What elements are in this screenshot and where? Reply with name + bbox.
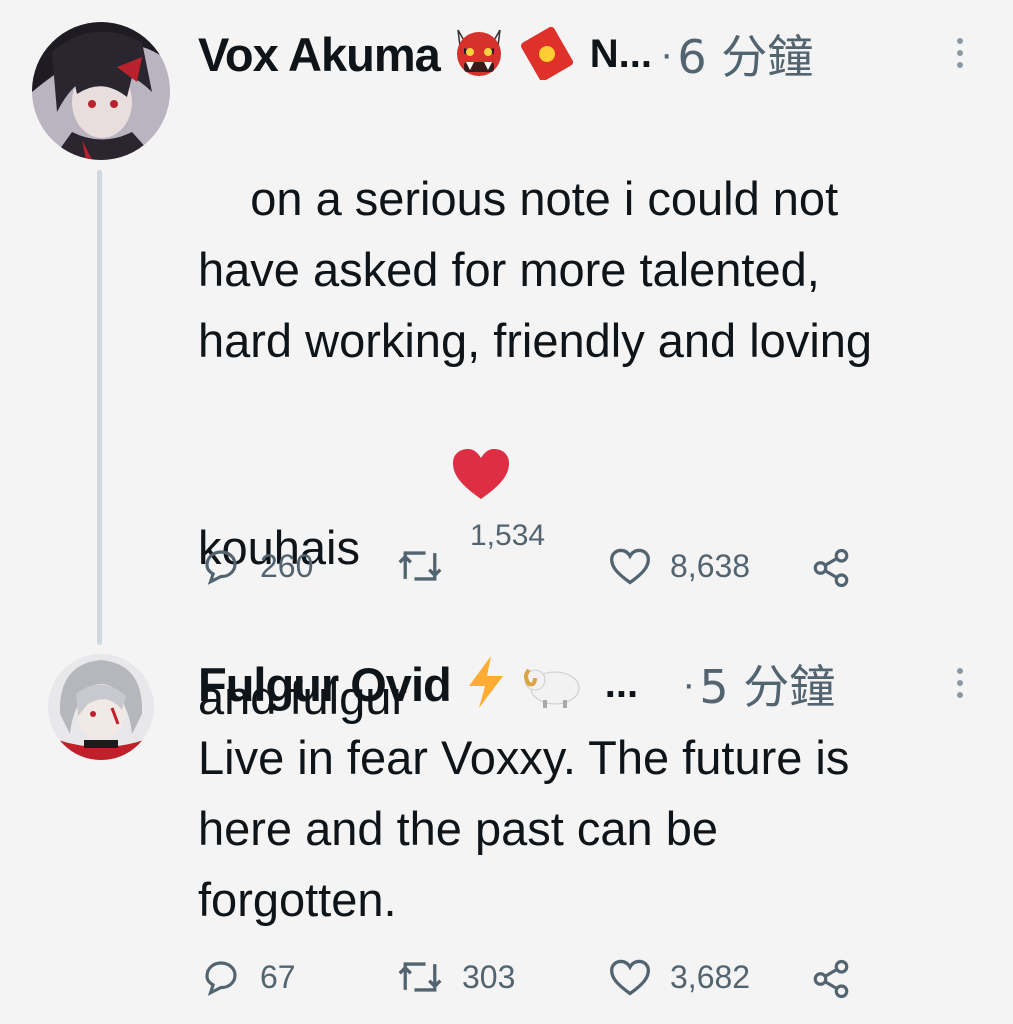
share-icon bbox=[813, 959, 849, 999]
avatar-vox-akuma[interactable] bbox=[32, 22, 170, 160]
name-truncated: ... bbox=[604, 661, 639, 706]
retweet-button[interactable] bbox=[396, 545, 444, 587]
like-button[interactable]: 8,638 bbox=[608, 545, 750, 587]
like-count: 3,682 bbox=[670, 958, 751, 995]
share-button[interactable] bbox=[810, 958, 852, 1000]
reply-icon bbox=[205, 550, 237, 585]
reply-count: 67 bbox=[260, 958, 296, 995]
tweet-vox-akuma[interactable]: Vox Akuma N... · 6 分鐘 on a serious note … bbox=[0, 0, 1013, 724]
tweet-actions: 67 303 3,682 bbox=[198, 956, 998, 1006]
name-truncated: N... bbox=[589, 31, 652, 76]
tweet-actions: 260 1,534 8,638 bbox=[198, 519, 998, 595]
separator-dot: · bbox=[659, 31, 674, 76]
more-options-icon[interactable] bbox=[955, 668, 965, 698]
reply-button[interactable]: 260 bbox=[200, 545, 313, 587]
share-button[interactable] bbox=[810, 547, 852, 589]
retweet-button[interactable]: 303 bbox=[396, 956, 515, 998]
lightning-emoji-icon bbox=[461, 654, 511, 715]
tweet-header: Vox Akuma N... · 6 分鐘 bbox=[198, 22, 813, 86]
ram-emoji-icon bbox=[521, 654, 583, 715]
reply-count: 260 bbox=[260, 547, 314, 584]
heart-icon bbox=[610, 959, 650, 996]
reply-button[interactable]: 67 bbox=[200, 956, 296, 998]
timestamp[interactable]: 6 分鐘 bbox=[677, 21, 813, 87]
like-count: 8,638 bbox=[670, 547, 751, 584]
red-envelope-emoji-icon bbox=[518, 24, 576, 85]
heart-icon bbox=[610, 548, 650, 585]
more-options-icon[interactable] bbox=[955, 38, 965, 68]
ogre-emoji-icon bbox=[450, 24, 508, 85]
retweet-icon bbox=[398, 551, 442, 581]
separator-dot: · bbox=[682, 661, 696, 706]
like-button[interactable]: 3,682 bbox=[608, 956, 750, 998]
tweet-text-part1: on a serious note i could not have asked… bbox=[198, 172, 873, 574]
tweet-header: Fulgur Ovid ... · 5 分鐘 bbox=[198, 652, 835, 716]
tweet-fulgur-ovid[interactable]: Fulgur Ovid ... · 5 分鐘 Live in fear Voxx… bbox=[0, 640, 1013, 1024]
author-name[interactable]: Vox Akuma bbox=[198, 27, 441, 82]
avatar-fulgur-ovid[interactable] bbox=[48, 654, 154, 760]
tweet-text: Live in fear Voxxy. The future is here a… bbox=[198, 731, 850, 926]
retweet-count: 303 bbox=[462, 958, 516, 995]
timestamp[interactable]: 5 分鐘 bbox=[699, 651, 835, 717]
author-name[interactable]: Fulgur Ovid bbox=[198, 657, 452, 712]
retweet-icon bbox=[398, 962, 442, 992]
retweet-count: 1,534 bbox=[470, 519, 546, 552]
reply-icon bbox=[205, 961, 237, 996]
share-icon bbox=[813, 548, 849, 588]
